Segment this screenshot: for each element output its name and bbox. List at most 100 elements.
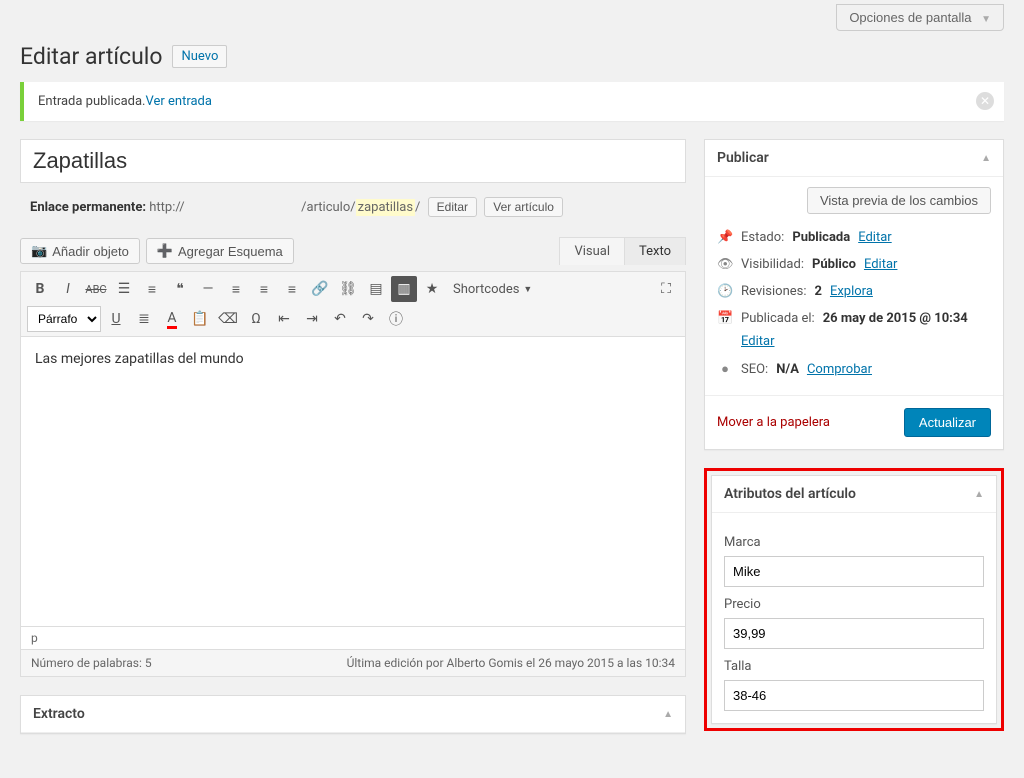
publish-notice: Entrada publicada. Ver entrada ✕ — [20, 82, 1004, 121]
state-value: Publicada — [792, 230, 850, 245]
help-icon[interactable]: ⓘ — [383, 306, 409, 332]
permalink-label: Enlace permanente: — [30, 200, 146, 215]
permalink-mid: /articulo/ — [301, 200, 355, 215]
format-select[interactable]: Párrafo — [27, 306, 101, 332]
visibility-value: Público — [812, 257, 856, 272]
visibility-label: Visibilidad: — [741, 257, 804, 272]
bold-icon[interactable]: B — [27, 276, 53, 302]
attributes-box-header[interactable]: Atributos del artículo ▲ — [712, 476, 996, 513]
chevron-down-icon: ▼ — [523, 284, 532, 295]
publish-title: Publicar — [717, 150, 769, 166]
shortcodes-label: Shortcodes — [453, 282, 519, 297]
talla-input[interactable] — [724, 680, 984, 711]
tab-text[interactable]: Texto — [624, 237, 686, 265]
view-article-button[interactable]: Ver artículo — [484, 197, 563, 217]
bullet-list-icon[interactable]: ☰ — [111, 276, 137, 302]
permalink-slug: zapatillas — [356, 199, 415, 216]
publish-box: Publicar ▲ Vista previa de los cambios 📌… — [704, 139, 1004, 450]
edit-permalink-button[interactable]: Editar — [428, 197, 477, 217]
numbered-list-icon[interactable]: ≡ — [139, 276, 165, 302]
revisions-icon: 🕑 — [717, 284, 733, 299]
attributes-title: Atributos del artículo — [724, 486, 856, 502]
align-right-icon[interactable]: ≡ — [279, 276, 305, 302]
word-count: Número de palabras: 5 — [31, 656, 152, 670]
dismiss-notice-button[interactable]: ✕ — [976, 92, 994, 110]
camera-icon: 📷 — [31, 243, 47, 259]
justify-icon[interactable]: ≣ — [131, 306, 157, 332]
publish-box-header[interactable]: Publicar ▲ — [705, 140, 1003, 177]
link-icon[interactable]: 🔗 — [307, 276, 333, 302]
hr-icon[interactable]: — — [195, 276, 221, 302]
align-left-icon[interactable]: ≡ — [223, 276, 249, 302]
toolbar-toggle-icon[interactable]: ▥ — [391, 276, 417, 302]
permalink-prefix: http:// — [149, 200, 184, 215]
add-media-label: Añadir objeto — [52, 244, 129, 259]
star-icon[interactable]: ★ — [419, 276, 445, 302]
update-button[interactable]: Actualizar — [904, 408, 991, 437]
move-to-trash-link[interactable]: Mover a la papelera — [717, 415, 830, 430]
indent-icon[interactable]: ⇥ — [299, 306, 325, 332]
shortcodes-dropdown[interactable]: Shortcodes ▼ — [447, 282, 538, 297]
screen-options-label: Opciones de pantalla — [849, 10, 971, 25]
marca-input[interactable] — [724, 556, 984, 587]
excerpt-title: Extracto — [33, 706, 85, 722]
editor-content-area[interactable]: Las mejores zapatillas del mundo — [20, 337, 686, 627]
calendar-icon: 📅 — [717, 311, 733, 326]
dot-icon: ● — [717, 361, 733, 377]
revisions-label: Revisiones: — [741, 284, 807, 299]
marca-label: Marca — [724, 535, 984, 550]
published-label: Publicada el: — [741, 311, 815, 326]
pin-icon: 📌 — [717, 230, 733, 245]
excerpt-box-header[interactable]: Extracto ▲ — [21, 696, 685, 733]
chevron-up-icon: ▲ — [974, 489, 984, 500]
permalink-suffix: / — [415, 200, 420, 215]
permalink-row: Enlace permanente: http:// /articulo/zap… — [20, 193, 686, 231]
preview-changes-button[interactable]: Vista previa de los cambios — [807, 187, 991, 214]
outdent-icon[interactable]: ⇤ — [271, 306, 297, 332]
tab-visual[interactable]: Visual — [559, 237, 624, 265]
edit-state-link[interactable]: Editar — [858, 230, 892, 245]
precio-input[interactable] — [724, 618, 984, 649]
chevron-down-icon: ▼ — [981, 14, 991, 25]
chevron-up-icon: ▲ — [663, 709, 673, 720]
browse-revisions-link[interactable]: Explora — [830, 284, 873, 299]
last-edited: Última edición por Alberto Gomis el 26 m… — [347, 656, 675, 670]
align-center-icon[interactable]: ≡ — [251, 276, 277, 302]
plus-icon: ➕ — [157, 243, 173, 259]
check-seo-link[interactable]: Comprobar — [807, 362, 872, 377]
underline-icon[interactable]: U — [103, 306, 129, 332]
edit-date-link[interactable]: Editar — [741, 334, 991, 349]
seo-label: SEO: — [741, 362, 768, 377]
paste-icon[interactable]: 📋 — [187, 306, 213, 332]
redo-icon[interactable]: ↷ — [355, 306, 381, 332]
attributes-box: Atributos del artículo ▲ Marca Precio Ta… — [711, 475, 997, 724]
post-title-input[interactable] — [20, 139, 686, 183]
fullscreen-icon[interactable]: ⛶ — [653, 276, 679, 302]
published-value: 26 may de 2015 @ 10:34 — [823, 311, 968, 326]
attributes-highlight: Atributos del artículo ▲ Marca Precio Ta… — [704, 468, 1004, 731]
special-char-icon[interactable]: Ω — [243, 306, 269, 332]
chevron-up-icon: ▲ — [981, 153, 991, 164]
add-media-button[interactable]: 📷 Añadir objeto — [20, 238, 140, 264]
add-schema-button[interactable]: ➕ Agregar Esquema — [146, 238, 294, 264]
add-new-button[interactable]: Nuevo — [172, 45, 227, 68]
precio-label: Precio — [724, 597, 984, 612]
more-icon[interactable]: ▤ — [363, 276, 389, 302]
undo-icon[interactable]: ↶ — [327, 306, 353, 332]
screen-options-button[interactable]: Opciones de pantalla ▼ — [836, 4, 1004, 31]
talla-label: Talla — [724, 659, 984, 674]
edit-visibility-link[interactable]: Editar — [864, 257, 898, 272]
revisions-value: 2 — [815, 284, 822, 299]
notice-text: Entrada publicada. — [38, 94, 145, 109]
blockquote-icon[interactable]: ❝ — [167, 276, 193, 302]
seo-value: N/A — [776, 362, 799, 377]
text-color-icon[interactable]: A — [159, 306, 185, 332]
strikethrough-icon[interactable]: ABC — [83, 276, 109, 302]
eye-icon: 👁 — [717, 257, 733, 272]
view-entry-link[interactable]: Ver entrada — [145, 94, 211, 109]
italic-icon[interactable]: I — [55, 276, 81, 302]
add-schema-label: Agregar Esquema — [178, 244, 283, 259]
clear-format-icon[interactable]: ⌫ — [215, 306, 241, 332]
editor-path: p — [20, 627, 686, 650]
unlink-icon[interactable]: ⛓ — [335, 276, 361, 302]
